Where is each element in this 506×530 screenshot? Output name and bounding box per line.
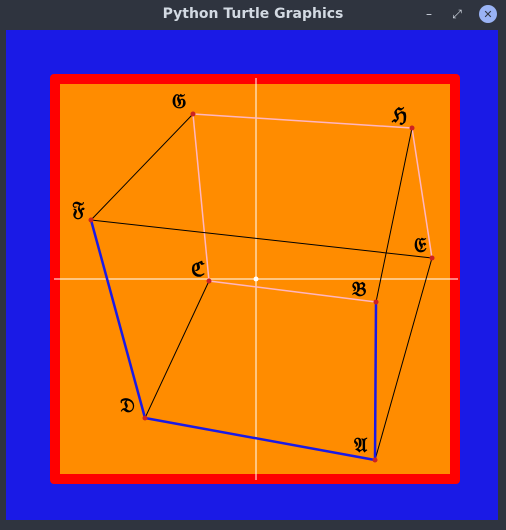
edge-a-b — [373, 301, 378, 461]
vertex-b-dot — [373, 299, 379, 305]
vertex-c-dot — [206, 278, 212, 284]
vertex-h-dot — [409, 125, 415, 131]
vertex-a-dot — [372, 457, 378, 463]
turtle-canvas: 𝔄 𝔅 ℭ 𝔇 𝔈 𝔉 𝔊 ℌ — [6, 30, 498, 520]
vertex-c-label: ℭ — [191, 257, 205, 281]
vertex-h-label: ℌ — [391, 103, 407, 127]
vertex-e-dot — [429, 255, 435, 261]
vertex-g-dot — [190, 111, 196, 117]
vertex-f-dot — [88, 217, 94, 223]
vertex-b-label: 𝔅 — [351, 277, 366, 301]
vertex-d-dot — [142, 415, 148, 421]
vertex-d-label: 𝔇 — [120, 393, 135, 417]
vertex-e-label: 𝔈 — [414, 233, 427, 257]
vertex-g-label: 𝔊 — [172, 89, 186, 113]
vertex-f-label: 𝔉 — [72, 197, 85, 221]
turtle-window: Python Turtle Graphics – ⤢ ✕ 𝔄 𝔅 ℭ 𝔇 𝔈 𝔉… — [0, 0, 506, 530]
vertex-a-label: 𝔄 — [354, 433, 368, 457]
origin-dot — [253, 276, 259, 282]
